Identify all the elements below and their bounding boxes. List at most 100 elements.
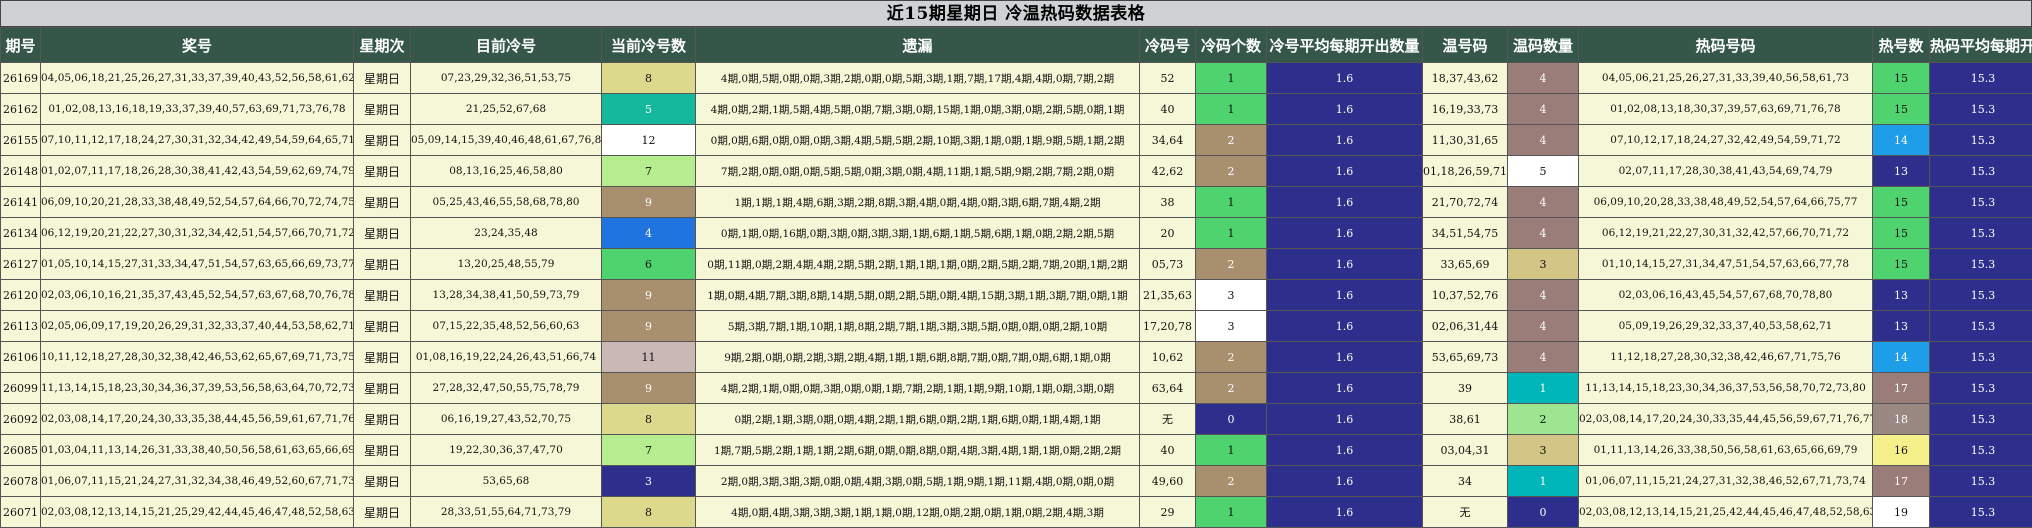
cell-cold-avg: 1.6	[1267, 249, 1423, 280]
cell-weekday: 星期日	[354, 497, 411, 528]
cell-current-cold: 06,16,19,27,43,52,70,75	[411, 404, 602, 435]
cell-current-cold: 13,28,34,38,41,50,59,73,79	[411, 280, 602, 311]
table-body: 2616904,05,06,18,21,25,26,27,31,33,37,39…	[1, 63, 2032, 528]
cell-warm: 10,37,52,76	[1423, 280, 1508, 311]
header-warm: 温号码	[1423, 28, 1508, 63]
cell-issue: 26085	[1, 435, 41, 466]
cell-hot: 11,12,18,27,28,30,32,38,42,46,67,71,75,7…	[1579, 342, 1873, 373]
cell-hot-count: 19	[1873, 497, 1930, 528]
cell-warm-count: 4	[1508, 94, 1579, 125]
cell-cold-code: 21,35,63	[1140, 280, 1196, 311]
header-cold-count: 当前冷号数	[602, 28, 696, 63]
cell-cold-code: 52	[1140, 63, 1196, 94]
cell-numbers: 06,12,19,20,21,22,27,30,31,32,34,42,51,5…	[41, 218, 354, 249]
cell-numbers: 02,03,08,14,17,20,24,30,33,35,38,44,45,5…	[41, 404, 354, 435]
cell-cold-count: 9	[602, 280, 696, 311]
cell-warm-count: 4	[1508, 311, 1579, 342]
cell-cold-count: 3	[602, 466, 696, 497]
cell-cold-count: 7	[602, 156, 696, 187]
cell-numbers: 07,10,11,12,17,18,24,27,30,31,32,34,42,4…	[41, 125, 354, 156]
cell-weekday: 星期日	[354, 156, 411, 187]
cell-cold-avg: 1.6	[1267, 466, 1423, 497]
cell-hot: 11,13,14,15,18,23,30,34,36,37,53,56,58,7…	[1579, 373, 1873, 404]
table-row: 2614801,02,07,11,17,18,26,28,30,38,41,42…	[1, 156, 2032, 187]
header-weekday: 星期次	[354, 28, 411, 63]
cell-cold-num: 1	[1196, 497, 1267, 528]
cell-warm: 34	[1423, 466, 1508, 497]
cell-warm: 33,65,69	[1423, 249, 1508, 280]
cell-cold-avg: 1.6	[1267, 63, 1423, 94]
table-row: 2608501,03,04,11,13,14,26,31,33,38,40,50…	[1, 435, 2032, 466]
cell-warm: 02,06,31,44	[1423, 311, 1508, 342]
cell-weekday: 星期日	[354, 94, 411, 125]
cell-missing: 1期,1期,1期,4期,6期,3期,2期,8期,3期,4期,0期,4期,0期,3…	[696, 187, 1140, 218]
cell-numbers: 01,06,07,11,15,21,24,27,31,32,34,38,46,4…	[41, 466, 354, 497]
cell-numbers: 01,02,07,11,17,18,26,28,30,38,41,42,43,5…	[41, 156, 354, 187]
table-row: 2614106,09,10,20,21,28,33,38,48,49,52,54…	[1, 187, 2032, 218]
cell-missing: 4期,0期,2期,1期,5期,4期,5期,0期,7期,3期,0期,15期,1期,…	[696, 94, 1140, 125]
cell-cold-avg: 1.6	[1267, 404, 1423, 435]
cell-weekday: 星期日	[354, 373, 411, 404]
cell-weekday: 星期日	[354, 63, 411, 94]
cell-numbers: 01,03,04,11,13,14,26,31,33,38,40,50,56,5…	[41, 435, 354, 466]
cell-missing: 9期,2期,0期,0期,2期,3期,2期,4期,1期,1期,6期,8期,7期,0…	[696, 342, 1140, 373]
cell-issue: 26169	[1, 63, 41, 94]
cell-issue: 26071	[1, 497, 41, 528]
header-cold-avg: 冷号平均每期开出数量	[1267, 28, 1423, 63]
cell-missing: 1期,7期,5期,2期,1期,1期,2期,6期,0期,0期,8期,0期,4期,3…	[696, 435, 1140, 466]
cell-weekday: 星期日	[354, 466, 411, 497]
cell-hot-avg: 15.3	[1930, 156, 2032, 187]
header-cold-code: 冷码号	[1140, 28, 1196, 63]
cell-cold-count: 9	[602, 187, 696, 218]
cell-warm-count: 3	[1508, 435, 1579, 466]
cell-hot-avg: 15.3	[1930, 466, 2032, 497]
cell-cold-count: 12	[602, 125, 696, 156]
cell-hot-avg: 15.3	[1930, 94, 2032, 125]
cell-warm-count: 5	[1508, 156, 1579, 187]
cell-cold-num: 3	[1196, 311, 1267, 342]
cell-cold-code: 40	[1140, 435, 1196, 466]
cell-cold-count: 6	[602, 249, 696, 280]
cell-weekday: 星期日	[354, 342, 411, 373]
header-hot-avg: 热码平均每期开出数	[1930, 28, 2032, 63]
cell-hot: 01,10,14,15,27,31,34,47,51,54,57,63,66,7…	[1579, 249, 1873, 280]
table-row: 2613406,12,19,20,21,22,27,30,31,32,34,42…	[1, 218, 2032, 249]
cell-weekday: 星期日	[354, 311, 411, 342]
cell-warm-count: 4	[1508, 63, 1579, 94]
cell-warm-count: 1	[1508, 373, 1579, 404]
cell-cold-num: 2	[1196, 125, 1267, 156]
cell-warm: 11,30,31,65	[1423, 125, 1508, 156]
cell-issue: 26113	[1, 311, 41, 342]
cell-hot-count: 17	[1873, 466, 1930, 497]
table-row: 2609911,13,14,15,18,23,30,34,36,37,39,53…	[1, 373, 2032, 404]
cell-cold-avg: 1.6	[1267, 94, 1423, 125]
cell-current-cold: 07,23,29,32,36,51,53,75	[411, 63, 602, 94]
cell-missing: 4期,2期,1期,0期,0期,3期,0期,0期,1期,7期,2期,1期,1期,9…	[696, 373, 1140, 404]
cell-cold-count: 9	[602, 373, 696, 404]
cell-cold-count: 8	[602, 497, 696, 528]
cell-current-cold: 53,65,68	[411, 466, 602, 497]
cell-hot-avg: 15.3	[1930, 218, 2032, 249]
cell-hot-avg: 15.3	[1930, 125, 2032, 156]
header-warm-count: 温码数量	[1508, 28, 1579, 63]
cell-issue: 26155	[1, 125, 41, 156]
cell-cold-count: 4	[602, 218, 696, 249]
cell-warm-count: 4	[1508, 342, 1579, 373]
header-issue: 期号	[1, 28, 41, 63]
cell-numbers: 01,05,10,14,15,27,31,33,34,47,51,54,57,6…	[41, 249, 354, 280]
cell-missing: 4期,0期,5期,0期,0期,3期,2期,0期,0期,5期,3期,1期,7期,1…	[696, 63, 1140, 94]
cell-cold-num: 2	[1196, 466, 1267, 497]
cell-warm-count: 1	[1508, 466, 1579, 497]
cell-hot-count: 15	[1873, 249, 1930, 280]
cell-current-cold: 05,25,43,46,55,58,68,78,80	[411, 187, 602, 218]
cell-warm: 38,61	[1423, 404, 1508, 435]
cell-hot-count: 13	[1873, 156, 1930, 187]
cell-cold-num: 1	[1196, 218, 1267, 249]
cell-weekday: 星期日	[354, 187, 411, 218]
cell-numbers: 06,09,10,20,21,28,33,38,48,49,52,54,57,6…	[41, 187, 354, 218]
cell-cold-count: 7	[602, 435, 696, 466]
cell-weekday: 星期日	[354, 280, 411, 311]
cell-cold-count: 9	[602, 311, 696, 342]
cell-missing: 5期,3期,7期,1期,10期,1期,8期,2期,7期,1期,3期,3期,5期,…	[696, 311, 1140, 342]
cell-warm: 39	[1423, 373, 1508, 404]
